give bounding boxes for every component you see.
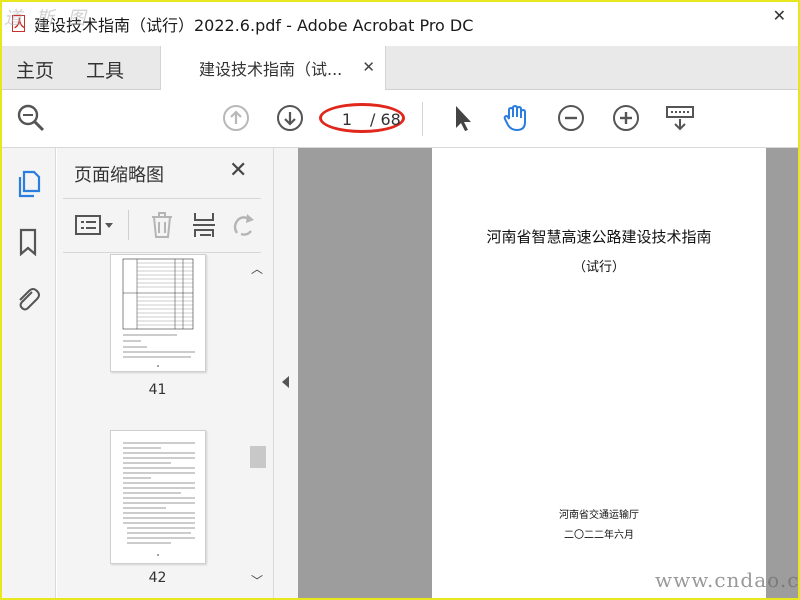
- document-tab-close-button[interactable]: ✕: [362, 58, 375, 76]
- zoom-in-icon[interactable]: [610, 102, 642, 134]
- panel-close-button[interactable]: ✕: [229, 158, 247, 183]
- acrobat-window: 人 建设技术指南（试行）2022.6.pdf - Adobe Acrobat P…: [2, 2, 798, 598]
- select-arrow-icon[interactable]: [446, 102, 478, 134]
- window-title: 建设技术指南（试行）2022.6.pdf - Adobe Acrobat Pro…: [34, 16, 474, 35]
- thumbnail-page-41[interactable]: [110, 254, 206, 372]
- document-page: 河南省智慧高速公路建设技术指南 （试行） 河南省交通运输厅 二〇二二年六月: [432, 148, 766, 598]
- pages-icon[interactable]: [12, 168, 44, 200]
- panel-collapse-strip[interactable]: [274, 148, 298, 598]
- page-number-input[interactable]: [332, 108, 362, 130]
- document-view[interactable]: 河南省智慧高速公路建设技术指南 （试行） 河南省交通运输厅 二〇二二年六月: [298, 148, 798, 598]
- scroll-up-icon[interactable]: ︿: [251, 260, 263, 277]
- document-subtitle: （试行）: [572, 260, 625, 275]
- tab-document[interactable]: 建设技术指南（试... ✕: [160, 46, 386, 90]
- bookmark-icon[interactable]: [12, 226, 44, 258]
- options-menu-icon[interactable]: [73, 210, 119, 240]
- zoom-out-icon[interactable]: [555, 102, 587, 134]
- panel-divider: [63, 198, 261, 199]
- arrow-down-circle-icon[interactable]: [274, 102, 306, 134]
- page-thumbnails-panel: 页面缩略图 ✕ 41 42 ︿ ﹀: [57, 148, 274, 598]
- document-tab-label: 建设技术指南（试...: [199, 60, 343, 79]
- tab-home[interactable]: 主页: [16, 56, 54, 83]
- tab-bar: 主页 工具 建设技术指南（试... ✕: [2, 46, 798, 90]
- document-title: 河南省智慧高速公路建设技术指南: [486, 228, 712, 246]
- arrow-up-circle-icon[interactable]: [220, 102, 252, 134]
- panel-title: 页面缩略图: [74, 165, 164, 186]
- read-mode-icon[interactable]: [664, 102, 696, 134]
- thumbnail-label-42: 42: [148, 570, 167, 586]
- toolbar-divider: [422, 102, 423, 136]
- scroll-thumb[interactable]: [250, 446, 266, 468]
- collapse-arrow-icon[interactable]: [282, 376, 289, 388]
- hand-icon[interactable]: [500, 102, 532, 134]
- search-zoom-icon[interactable]: [15, 102, 47, 134]
- left-rail: [2, 148, 56, 598]
- thumbnails-list: 41 42: [57, 254, 274, 598]
- toolbar: / 68: [2, 90, 798, 148]
- watermark-bottom-right: www.cndao.c: [655, 568, 800, 592]
- scroll-down-icon[interactable]: ﹀: [251, 572, 263, 589]
- title-bar: 人 建设技术指南（试行）2022.6.pdf - Adobe Acrobat P…: [2, 2, 798, 46]
- thumbnails-scrollbar[interactable]: ︿ ﹀: [249, 254, 266, 598]
- window-close-button[interactable]: ✕: [773, 6, 786, 25]
- panel-toolbar-divider: [128, 210, 129, 240]
- thumbnail-page-42[interactable]: [110, 430, 206, 564]
- document-issuer: 河南省交通运输厅: [559, 510, 639, 521]
- split-page-icon[interactable]: [189, 210, 219, 240]
- acrobat-app-icon: 人: [12, 15, 25, 32]
- panel-divider-2: [63, 252, 261, 253]
- attachment-icon[interactable]: [12, 284, 44, 316]
- page-total: / 68: [370, 110, 401, 129]
- tab-tools[interactable]: 工具: [86, 56, 124, 83]
- delete-icon[interactable]: [147, 210, 177, 240]
- document-date: 二〇二二年六月: [564, 530, 634, 541]
- rotate-icon[interactable]: [229, 210, 259, 240]
- thumbnail-label-41: 41: [148, 382, 167, 398]
- panel-toolbar: [57, 204, 274, 248]
